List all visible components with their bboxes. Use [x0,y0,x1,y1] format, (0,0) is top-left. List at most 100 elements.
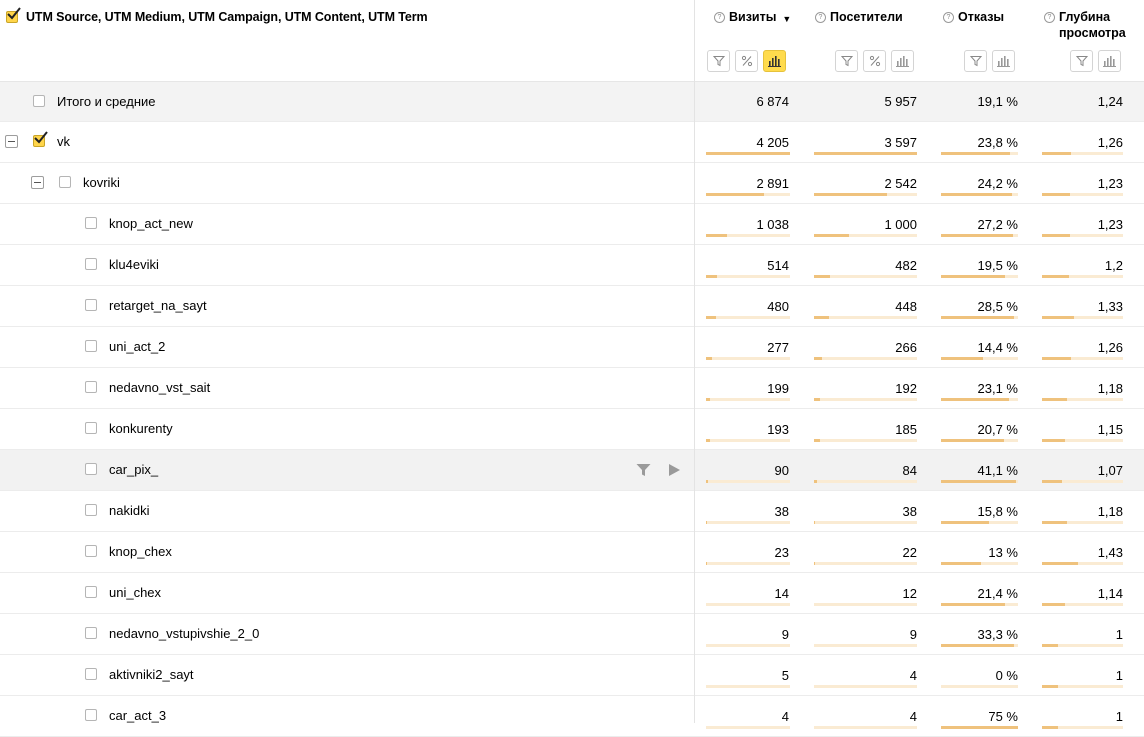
row-label: uni_chex [109,585,162,600]
row-checkbox[interactable] [85,627,97,639]
metric-header-bounces[interactable]: ? Отказы [943,9,1004,25]
row-checkbox[interactable] [85,668,97,680]
sort-desc-icon[interactable]: ▼ [782,11,791,27]
row-filter-icon[interactable] [636,463,651,480]
collapse-toggle[interactable] [5,135,18,148]
cell-visits: 14 [774,586,789,601]
funnel-icon [712,55,725,67]
bar-track [814,480,917,483]
metric-header-depth[interactable]: ? Глубина просмотра [1044,9,1126,41]
play-icon[interactable] [668,463,681,480]
table-row[interactable]: car_act_3 4 4 75 % 1 [0,696,1144,737]
bar-track [941,480,1018,483]
percent-button[interactable] [735,50,758,72]
filter-button[interactable] [835,50,858,72]
table-row[interactable]: konkurenty 193 185 20,7 % 1,15 [0,409,1144,450]
bar-fill [941,562,981,565]
bar-track [814,603,917,606]
row-checkbox[interactable] [85,504,97,516]
collapse-toggle[interactable] [31,176,44,189]
table-row[interactable]: uni_act_2 277 266 14,4 % 1,26 [0,327,1144,368]
dimension-header[interactable]: UTM Source, UTM Medium, UTM Campaign, UT… [6,6,428,24]
filter-button[interactable] [707,50,730,72]
row-checkbox[interactable] [59,176,71,188]
totals-row: Итого и средние 6 874 5 957 19,1 % 1,24 [0,82,1144,122]
row-checkbox[interactable] [85,586,97,598]
cell-visits: 9 [781,627,789,642]
row-checkbox[interactable] [85,299,97,311]
bars-button[interactable] [1098,50,1121,72]
row-label: Итого и средние [57,94,156,109]
cell-bounces: 33,3 % [977,627,1018,642]
bars-button[interactable] [763,50,786,72]
cell-visits: 1 038 [756,217,789,232]
bar-track [706,152,790,155]
total-bounces: 19,1 % [977,94,1018,109]
cell-visitors: 482 [895,258,917,273]
row-checkbox[interactable] [85,709,97,721]
bar-track [1042,234,1123,237]
table-row[interactable]: retarget_na_sayt 480 448 28,5 % 1,33 [0,286,1144,327]
help-icon[interactable]: ? [943,12,954,23]
select-all-checkbox[interactable] [6,7,21,23]
table-row[interactable]: klu4eviki 514 482 19,5 % 1,2 [0,245,1144,286]
cell-depth: 1,14 [1097,586,1123,601]
bar-fill [941,193,1012,196]
cell-visits: 38 [774,504,789,519]
table-row[interactable]: knop_act_new 1 038 1 000 27,2 % 1,23 [0,204,1144,245]
cell-visitors: 1 000 [884,217,917,232]
table-row[interactable]: aktivniki2_sayt 5 4 0 % 1 [0,655,1144,696]
bar-track [941,398,1018,401]
percent-button[interactable] [863,50,886,72]
metric-label: Посетители [830,10,903,24]
filter-button[interactable] [964,50,987,72]
table-row[interactable]: kovriki 2 891 2 542 24,2 % 1,23 [0,163,1144,204]
cell-visits: 2 891 [756,176,789,191]
bar-fill [706,480,708,483]
table-row[interactable]: nakidki 38 38 15,8 % 1,18 [0,491,1144,532]
row-checkbox[interactable] [85,422,97,434]
bars-button[interactable] [992,50,1015,72]
bars-button[interactable] [891,50,914,72]
row-checkbox[interactable] [85,217,97,229]
row-label: uni_act_2 [109,339,166,354]
table-row[interactable]: nedavno_vstupivshie_2_0 9 9 33,3 % 1 [0,614,1144,655]
help-icon[interactable]: ? [1044,12,1055,23]
metric-header-visits[interactable]: ? Визиты ▼ [714,9,791,27]
row-checkbox[interactable] [33,95,45,107]
bar-track [814,357,917,360]
table-row[interactable]: uni_chex 14 12 21,4 % 1,14 [0,573,1144,614]
bar-fill [941,480,1016,483]
row-checkbox[interactable] [85,545,97,557]
row-label: car_act_3 [109,708,167,723]
cell-depth: 1,43 [1097,545,1123,560]
cell-bounces: 0 % [995,668,1018,683]
table-row[interactable]: knop_chex 23 22 13 % 1,43 [0,532,1144,573]
row-checkbox[interactable] [85,340,97,352]
row-checkbox[interactable] [33,131,48,147]
depth-tools [1070,50,1121,72]
cell-depth: 1,23 [1097,176,1123,191]
row-checkbox[interactable] [85,381,97,393]
row-checkbox[interactable] [85,463,97,475]
bar-track [941,152,1018,155]
filter-button[interactable] [1070,50,1093,72]
cell-bounces: 41,1 % [977,463,1018,478]
table-row[interactable]: nedavno_vst_sait 199 192 23,1 % 1,18 [0,368,1144,409]
table-row[interactable]: car_pix_ 90 84 41,1 % 1,07 [0,450,1144,491]
bar-fill [1042,562,1078,565]
table-row[interactable]: vk 4 205 3 597 23,8 % 1,26 [0,122,1144,163]
help-icon[interactable]: ? [815,12,826,23]
metric-header-visitors[interactable]: ? Посетители [815,9,903,25]
row-checkbox[interactable] [85,258,97,270]
help-icon[interactable]: ? [714,12,725,23]
bar-fill [706,521,707,524]
percent-icon [869,55,881,67]
bar-fill [1042,152,1071,155]
bar-fill [941,398,1009,401]
bar-track [1042,398,1123,401]
cell-bounces: 75 % [988,709,1018,724]
bar-fill [941,644,1014,647]
bar-fill [941,521,989,524]
cell-visits: 4 205 [756,135,789,150]
